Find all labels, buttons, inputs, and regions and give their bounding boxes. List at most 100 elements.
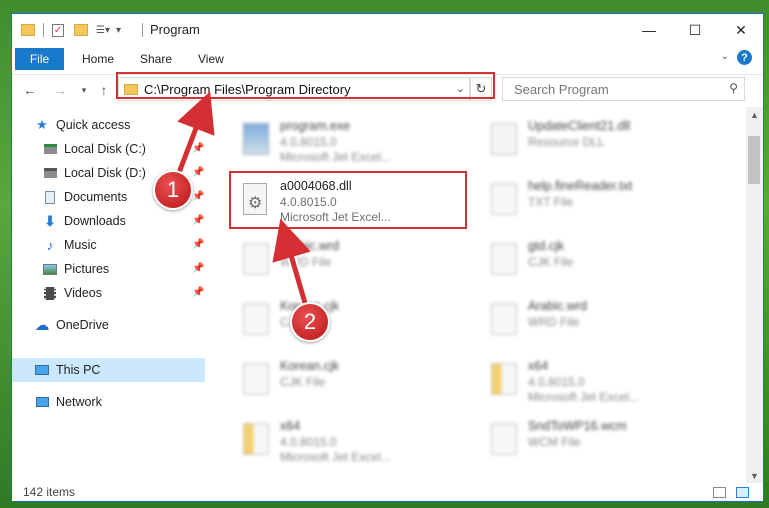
file-item[interactable]: Korean.cjk CJK File	[232, 293, 462, 349]
document-icon	[488, 299, 518, 339]
videos-icon	[42, 286, 58, 300]
file-name: Arabic.wrd	[280, 239, 340, 253]
file-type: Resource DLL	[528, 135, 605, 149]
sidebar-item-label: Music	[64, 238, 97, 252]
sidebar-item-label: Local Disk (C:)	[64, 142, 146, 156]
download-icon: ⬇	[44, 212, 56, 229]
recent-locations-icon[interactable]: ▾	[74, 80, 94, 100]
file-version: 4.0.8015.0	[280, 135, 337, 149]
search-input[interactable]	[512, 80, 726, 98]
cloud-icon: ☁	[34, 317, 50, 334]
tab-home[interactable]: Home	[82, 48, 114, 70]
pin-icon: 📌	[192, 143, 205, 154]
sidebar-item-downloads[interactable]: ⬇ Downloads	[42, 209, 126, 233]
file-name: help.fineReader.txt	[528, 179, 633, 193]
sidebar-item-network[interactable]: Network	[34, 390, 102, 414]
program-icon	[240, 119, 270, 159]
customize-toolbar-icon[interactable]: ☰▾	[96, 25, 110, 36]
file-item[interactable]: program.exe 4.0.8015.0 Microsoft Jet Exc…	[232, 113, 462, 169]
step-badge-2: 2	[290, 302, 330, 342]
pin-icon: 📌	[192, 191, 205, 202]
scrollbar-thumb[interactable]	[748, 136, 760, 184]
file-item[interactable]: Korean.cjk CJK File	[232, 353, 462, 409]
sidebar-item-local-disk-c[interactable]: Local Disk (C:)	[42, 137, 146, 161]
sidebar-item-videos[interactable]: Videos	[42, 281, 102, 305]
computer-icon	[34, 363, 50, 377]
tab-share[interactable]: Share	[140, 48, 172, 70]
address-bar-highlight	[116, 72, 495, 99]
file-name: x64	[280, 419, 301, 433]
tab-file[interactable]: File	[15, 48, 64, 70]
star-icon: ★	[36, 117, 48, 132]
sidebar-item-label: Documents	[64, 190, 128, 204]
scroll-down-icon[interactable]: ▼	[746, 468, 763, 483]
sidebar-item-pictures[interactable]: Pictures	[42, 257, 109, 281]
drive-icon	[42, 142, 58, 156]
file-item[interactable]: SndToWP16.wcm WCM File	[480, 413, 710, 469]
file-item[interactable]: gtd.cjk CJK File	[480, 233, 710, 289]
expand-ribbon-icon[interactable]: ⌄	[721, 51, 729, 62]
up-arrow-icon[interactable]: ↑	[94, 80, 114, 100]
sidebar-item-label: Quick access	[56, 118, 131, 132]
file-description: Microsoft Jet Excel...	[280, 150, 391, 164]
file-item[interactable]: Arabic.wrd WRD File	[480, 293, 710, 349]
quick-access-toolbar: ✓ ☰▾ ▾	[21, 21, 121, 39]
close-button[interactable]: ✕	[718, 14, 763, 46]
file-description: Microsoft Jet Excel...	[528, 390, 639, 404]
tab-view[interactable]: View	[198, 48, 224, 70]
sidebar-item-documents[interactable]: Documents	[42, 185, 127, 209]
properties-icon[interactable]: ✓	[52, 23, 64, 37]
file-type: WRD File	[280, 255, 332, 269]
search-box[interactable]: ⚲	[502, 77, 745, 101]
file-name: Korean.cjk	[280, 359, 340, 373]
file-type: WRD File	[528, 315, 580, 329]
sidebar-item-label: Downloads	[64, 214, 126, 228]
documents-icon	[42, 190, 58, 204]
file-version: 4.0.8015.0	[280, 435, 337, 449]
back-arrow-icon[interactable]: ←	[20, 80, 40, 100]
new-folder-icon[interactable]	[74, 24, 88, 36]
forward-arrow-icon[interactable]: →	[50, 80, 70, 100]
chevron-down-icon[interactable]: ▾	[116, 25, 121, 36]
file-name: SndToWP16.wcm	[528, 419, 627, 433]
sidebar-item-onedrive[interactable]: ☁ OneDrive	[34, 313, 109, 337]
sidebar-item-music[interactable]: ♪ Music	[42, 233, 97, 257]
document-icon	[488, 179, 518, 219]
sidebar-item-quick-access[interactable]: ★ Quick access	[34, 113, 130, 137]
file-list: program.exe 4.0.8015.0 Microsoft Jet Exc…	[206, 107, 740, 483]
file-type: WCM File	[528, 435, 581, 449]
file-type: CJK File	[280, 375, 326, 389]
item-count: 142 items	[23, 485, 76, 499]
scroll-up-icon[interactable]: ▲	[746, 107, 763, 122]
file-type: TXT File	[528, 195, 574, 209]
help-icon[interactable]: ?	[737, 50, 752, 65]
file-item[interactable]: x64 4.0.8015.0 Microsoft Jet Excel...	[232, 413, 462, 469]
sidebar-item-label: This PC	[56, 363, 101, 377]
pin-icon: 📌	[192, 263, 205, 274]
file-name: x64	[528, 359, 549, 373]
file-version: 4.0.8015.0	[528, 375, 585, 389]
pin-icon: 📌	[192, 215, 205, 226]
file-item[interactable]: Arabic.wrd WRD File	[232, 233, 462, 289]
file-item[interactable]: x64 4.0.8015.0 Microsoft Jet Excel...	[480, 353, 710, 409]
file-name: gtd.cjk	[528, 239, 565, 253]
search-icon[interactable]: ⚲	[729, 81, 738, 95]
details-view-icon[interactable]	[713, 487, 726, 498]
file-name: Arabic.wrd	[528, 299, 588, 313]
vertical-scrollbar[interactable]: ▲ ▼	[746, 107, 763, 483]
pin-icon: 📌	[192, 287, 205, 298]
dll-icon	[488, 119, 518, 159]
drive-icon	[42, 166, 58, 180]
sidebar-item-this-pc[interactable]: This PC	[34, 358, 100, 382]
sidebar-item-label: OneDrive	[56, 318, 109, 332]
large-icons-view-icon[interactable]	[736, 487, 749, 498]
file-type: CJK File	[528, 255, 574, 269]
file-item[interactable]: help.fineReader.txt TXT File	[480, 173, 710, 229]
minimize-button[interactable]: —	[626, 14, 672, 46]
step-badge-1: 1	[153, 170, 193, 210]
file-item[interactable]: UpdateClient21.dll Resource DLL	[480, 113, 710, 169]
music-icon: ♪	[46, 237, 54, 253]
folder-file-icon	[240, 419, 270, 459]
maximize-button[interactable]: ☐	[672, 14, 718, 46]
sidebar-item-local-disk-d[interactable]: Local Disk (D:)	[42, 161, 146, 185]
